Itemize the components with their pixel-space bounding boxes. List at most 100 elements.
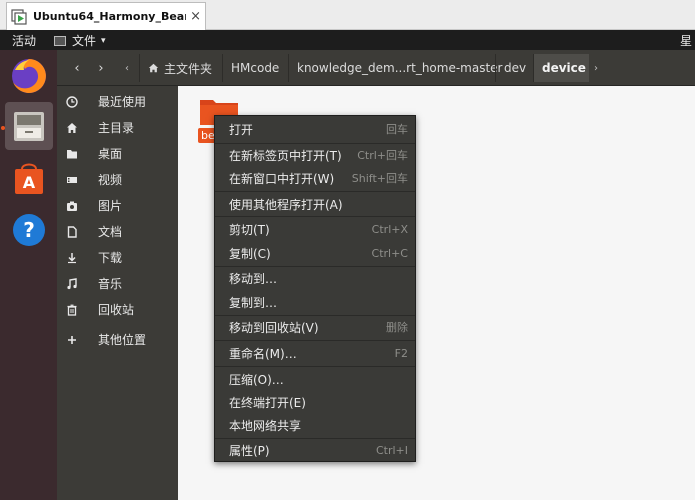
breadcrumb-dev[interactable]: dev <box>495 54 531 82</box>
menu-item-move-to-trash[interactable]: 移动到回收站(V) 删除 <box>215 315 415 339</box>
menu-item-open-new-window[interactable]: 在新窗口中打开(W) Shift+回车 <box>215 166 415 190</box>
forward-button[interactable]: › <box>89 56 113 80</box>
breadcrumb-scroll-right[interactable]: › <box>594 56 598 80</box>
sidebar-item-videos[interactable]: 视频 <box>57 167 178 192</box>
places-sidebar: 最近使用 主目录 桌面 视频 图片 文档 下载 音乐 回收站 其他位置 <box>57 86 178 500</box>
vm-tab-close-button[interactable]: × <box>190 9 201 24</box>
sidebar-item-home[interactable]: 主目录 <box>57 115 178 140</box>
menu-item-rename[interactable]: 重命名(M)… F2 <box>215 341 415 365</box>
sidebar-item-label: 最近使用 <box>98 95 147 109</box>
dock-software[interactable]: A <box>5 154 53 202</box>
plus-icon <box>65 333 79 347</box>
sidebar-item-label: 文档 <box>98 225 123 239</box>
sidebar-item-other-locations[interactable]: 其他位置 <box>57 327 178 352</box>
menu-item-open-with[interactable]: 使用其他程序打开(A) <box>215 192 415 216</box>
vm-play-icon <box>11 8 27 25</box>
menu-item-shortcut: Shift+回车 <box>351 172 408 185</box>
menu-item-cut[interactable]: 剪切(T) Ctrl+X <box>215 217 415 241</box>
sidebar-item-pictures[interactable]: 图片 <box>57 193 178 218</box>
document-icon <box>65 225 79 239</box>
sidebar-item-downloads[interactable]: 下载 <box>57 245 178 270</box>
music-icon <box>65 277 79 291</box>
svg-text:?: ? <box>23 218 35 242</box>
files-app-icon <box>54 35 66 46</box>
trash-icon <box>65 303 79 317</box>
breadcrumb-device[interactable]: device <box>533 54 589 82</box>
menu-item-shortcut: Ctrl+回车 <box>357 149 408 162</box>
menu-item-open[interactable]: 打开 回车 <box>215 117 415 141</box>
sidebar-item-music[interactable]: 音乐 <box>57 271 178 296</box>
chevron-right-icon: › <box>98 60 104 76</box>
menu-item-label: 复制到… <box>229 295 278 310</box>
sidebar-item-label: 其他位置 <box>98 333 147 347</box>
chevron-left-icon: ‹ <box>74 60 80 76</box>
menu-item-label: 移动到… <box>229 271 278 286</box>
help-icon: ? <box>13 214 45 246</box>
dock-files[interactable] <box>5 102 53 150</box>
menu-item-copy[interactable]: 复制(C) Ctrl+C <box>215 241 415 265</box>
breadcrumb-hmcode[interactable]: HMcode <box>222 54 286 82</box>
breadcrumb-label: device <box>542 61 586 75</box>
breadcrumb-label: HMcode <box>231 61 280 75</box>
breadcrumb-knowledge[interactable]: knowledge_dem...rt_home-master <box>288 54 502 82</box>
firefox-icon <box>12 59 46 93</box>
menu-item-label: 剪切(T) <box>229 222 270 237</box>
active-indicator <box>1 126 5 130</box>
sidebar-item-label: 回收站 <box>98 303 135 317</box>
back-button[interactable]: ‹ <box>65 56 89 80</box>
menu-item-shortcut: Ctrl+I <box>375 443 408 457</box>
menu-item-label: 在终端打开(E) <box>229 395 306 410</box>
menu-item-label: 重命名(M)… <box>229 346 297 361</box>
sidebar-item-desktop[interactable]: 桌面 <box>57 141 178 166</box>
menu-item-move-to[interactable]: 移动到… <box>215 266 415 290</box>
gnome-top-bar: 活动 文件 ▾ 星 <box>0 30 695 50</box>
dock: A ? <box>0 50 57 500</box>
sidebar-item-recent[interactable]: 最近使用 <box>57 89 178 114</box>
video-icon <box>65 173 79 187</box>
sidebar-item-label: 图片 <box>98 199 123 213</box>
dock-firefox[interactable] <box>5 52 53 100</box>
sidebar-item-label: 主目录 <box>98 121 135 135</box>
breadcrumb-scroll-left[interactable]: ‹ <box>125 56 129 80</box>
sidebar-item-label: 音乐 <box>98 277 123 291</box>
header-bar: ‹ › ‹ 主文件夹 HMcode knowledge_dem...rt_hom… <box>57 50 695 86</box>
sidebar-item-label: 视频 <box>98 173 123 187</box>
menu-item-local-network-share[interactable]: 本地网络共享 <box>215 413 415 437</box>
dock-help[interactable]: ? <box>5 206 53 254</box>
caret-right-icon: › <box>594 62 598 74</box>
menu-item-label: 复制(C) <box>229 246 271 261</box>
menu-item-open-new-tab[interactable]: 在新标签页中打开(T) Ctrl+回车 <box>215 143 415 167</box>
home-icon <box>65 121 79 135</box>
clock[interactable]: 星 <box>680 32 692 49</box>
menu-item-label: 在新标签页中打开(T) <box>229 148 342 163</box>
sidebar-item-label: 桌面 <box>98 147 123 161</box>
sidebar-item-trash[interactable]: 回收站 <box>57 297 178 322</box>
breadcrumb-home[interactable]: 主文件夹 <box>139 54 220 82</box>
menu-item-compress[interactable]: 压缩(O)… <box>215 367 415 391</box>
menu-item-open-in-terminal[interactable]: 在终端打开(E) <box>215 390 415 414</box>
file-cabinet-icon <box>14 112 44 141</box>
menu-item-label: 打开 <box>229 122 254 137</box>
software-bag-icon: A <box>15 163 43 194</box>
menu-item-label: 压缩(O)… <box>229 372 284 387</box>
menu-item-copy-to[interactable]: 复制到… <box>215 290 415 314</box>
sidebar-item-documents[interactable]: 文档 <box>57 219 178 244</box>
menu-item-label: 本地网络共享 <box>229 418 302 433</box>
menu-item-shortcut: F2 <box>394 346 408 360</box>
menu-item-label: 在新窗口中打开(W) <box>229 171 335 186</box>
camera-icon <box>65 199 79 213</box>
vm-tab-title: Ubuntu64_Harmony_BearPi ... <box>33 10 187 23</box>
folder-icon <box>65 147 79 161</box>
menu-item-label: 使用其他程序打开(A) <box>229 197 343 212</box>
menu-item-properties[interactable]: 属性(P) Ctrl+I <box>215 438 415 462</box>
vm-tab[interactable]: Ubuntu64_Harmony_BearPi ... × <box>6 2 206 30</box>
app-menu-label: 文件 <box>72 34 97 48</box>
sidebar-item-label: 下载 <box>98 251 123 265</box>
breadcrumb-label: knowledge_dem...rt_home-master <box>297 61 503 75</box>
activities-button[interactable]: 活动 <box>12 32 36 49</box>
vm-tab-strip: Ubuntu64_Harmony_BearPi ... × <box>0 0 695 30</box>
download-icon <box>65 251 79 265</box>
caret-down-icon: ▾ <box>101 35 106 46</box>
app-menu-button[interactable]: 文件 ▾ <box>54 32 106 49</box>
menu-item-label: 移动到回收站(V) <box>229 320 319 335</box>
